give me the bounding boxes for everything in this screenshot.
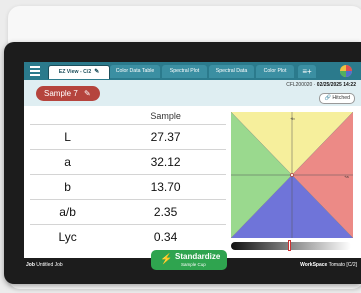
- standardize-label: Standardize: [175, 252, 221, 261]
- plot-label-right: +a: [344, 174, 349, 179]
- workspace-name: Tomato [C/2]: [328, 262, 357, 268]
- screen: EZ View - C/2 ✎ Color Data Table Spectral…: [24, 62, 361, 272]
- pencil-icon[interactable]: ✎: [94, 69, 99, 75]
- edit-pencil-icon[interactable]: ✎: [84, 86, 91, 101]
- lightness-marker: [288, 240, 291, 251]
- table-header-sample: Sample: [150, 111, 181, 121]
- table-row: b 13.70: [30, 174, 226, 200]
- tab-ez-view-label: EZ View - C/2: [58, 69, 92, 75]
- sample-name: Sample 7: [44, 89, 78, 98]
- measurement-meta: CFL200020 · 02/25/2025 14:22: [286, 82, 356, 88]
- hitched-badge[interactable]: 🔗 Hitched: [319, 93, 355, 104]
- row-value: 32.12: [105, 149, 226, 175]
- row-value: 2.35: [105, 199, 226, 225]
- row-label: Lyc: [30, 224, 106, 249]
- tab-color-data-table[interactable]: Color Data Table: [110, 65, 160, 78]
- standardize-button[interactable]: ⚡ Standardize Sample Cup: [151, 250, 227, 270]
- color-plot[interactable]: +b +a: [231, 112, 353, 238]
- footer-job: Job Untitled Job: [26, 262, 63, 268]
- link-icon: 🔗: [324, 95, 331, 101]
- sample-point: [290, 173, 294, 177]
- color-wheel-icon[interactable]: [339, 64, 353, 78]
- row-value: 13.70: [105, 174, 226, 200]
- tab-bar: EZ View - C/2 ✎ Color Data Table Spectral…: [24, 62, 361, 80]
- row-label: b: [30, 174, 106, 200]
- lightness-bar: [231, 242, 351, 250]
- tab-spectral-plot[interactable]: Spectral Plot: [162, 65, 207, 78]
- plot-label-top: +b: [290, 116, 295, 121]
- measurement-datetime: 02/25/2025 14:22: [316, 82, 356, 88]
- row-label: L: [30, 124, 106, 150]
- add-tab-icon[interactable]: ≡+: [298, 65, 316, 78]
- row-value: 27.37: [105, 124, 226, 150]
- lightning-icon: ⚡: [160, 254, 173, 265]
- row-value: 0.34: [105, 224, 226, 249]
- tab-color-plot[interactable]: Color Plot: [256, 65, 294, 78]
- standardize-sublabel: Sample Cup: [181, 262, 206, 267]
- table-row: L 27.37: [30, 124, 226, 150]
- table-row: Lyc 0.34: [30, 224, 226, 249]
- table-row: a/b 2.35: [30, 199, 226, 225]
- hitched-label: Hitched: [332, 95, 350, 101]
- tab-spectral-data[interactable]: Spectral Data: [209, 65, 254, 78]
- table-row: a 32.12: [30, 149, 226, 175]
- menu-icon[interactable]: [30, 66, 40, 76]
- row-label: a/b: [30, 199, 106, 225]
- instrument-id: CFL200020: [286, 82, 313, 88]
- color-data-table: Sample L 27.37 a 32.12 b 13.70 a/b 2.35 …: [30, 108, 226, 249]
- footer-workspace: WorkSpace Tomato [C/2]: [300, 262, 357, 268]
- sample-selector[interactable]: Sample 7 ✎: [36, 86, 100, 101]
- job-name: Untitled Job: [36, 262, 63, 268]
- tab-ez-view[interactable]: EZ View - C/2 ✎: [48, 65, 110, 79]
- row-label: a: [30, 149, 106, 175]
- table-header-blank: [30, 108, 105, 125]
